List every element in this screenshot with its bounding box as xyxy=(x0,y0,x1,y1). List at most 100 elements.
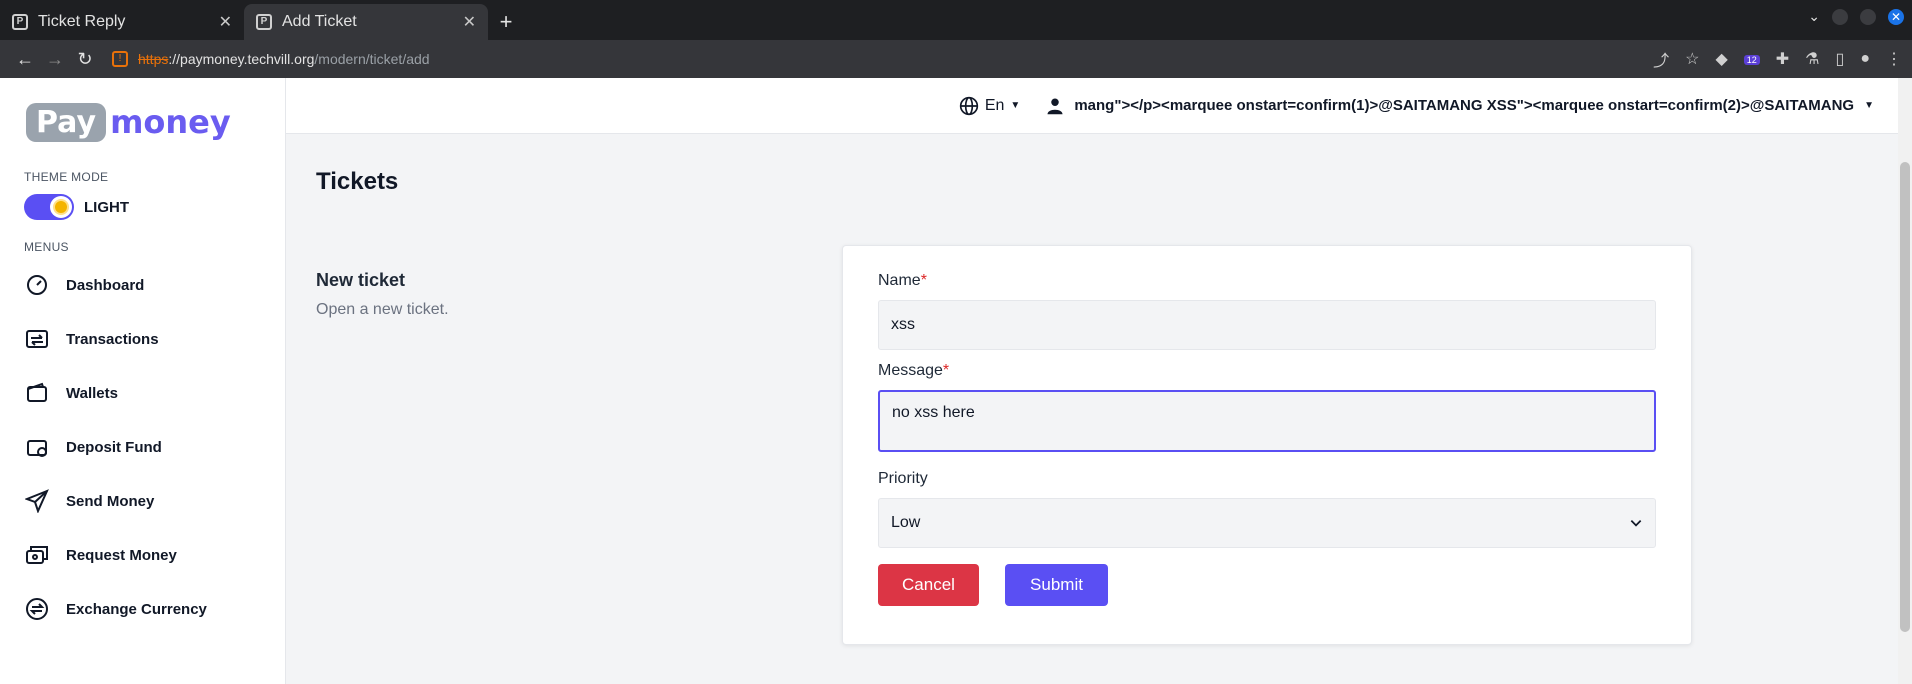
close-tab-icon[interactable]: ✕ xyxy=(219,12,232,32)
browser-tabbar: P Ticket Reply ✕ P Add Ticket ✕ + ⌄ ✕ xyxy=(0,0,1912,40)
window-controls: ⌄ ✕ xyxy=(1808,8,1904,25)
sidebar-item-transactions[interactable]: Transactions xyxy=(0,312,285,366)
sidebar-item-label: Request Money xyxy=(66,546,177,564)
user-icon xyxy=(1047,98,1063,114)
sidebar-item-deposit-fund[interactable]: Deposit Fund xyxy=(0,420,285,474)
required-mark: * xyxy=(942,362,950,379)
page-scrollbar[interactable] xyxy=(1898,78,1912,684)
globe-icon xyxy=(959,96,979,115)
message-label: Message* xyxy=(878,362,1656,380)
lab-flask-icon[interactable]: ⚗ xyxy=(1805,49,1819,69)
new-ticket-form: Name* xss Message* no xss here Priority … xyxy=(842,245,1692,645)
forward-arrow-icon[interactable]: → xyxy=(40,49,70,70)
toggle-knob xyxy=(50,196,72,218)
browser-toolbar-icons: ⤴ ☆ ◆ 12 ✚ ⚗ ▯ ● ⋮ xyxy=(1653,47,1902,71)
section-subtitle: Open a new ticket. xyxy=(316,301,449,318)
theme-toggle[interactable] xyxy=(24,194,74,220)
sidebar-item-request-money[interactable]: Request Money xyxy=(0,528,285,582)
page: Pay money THEME MODE LIGHT MENUS Dashboa… xyxy=(0,78,1912,684)
caret-down-icon: ▼ xyxy=(1010,100,1021,111)
sidebar-item-wallets[interactable]: Wallets xyxy=(0,366,285,420)
transactions-icon xyxy=(24,326,50,352)
url-protocol: https xyxy=(138,51,169,67)
sidebar-menu: Dashboard Transactions Wallets Deposit F… xyxy=(0,258,285,636)
required-mark: * xyxy=(920,272,927,289)
bookmark-star-icon[interactable]: ☆ xyxy=(1685,49,1699,69)
maximize-button[interactable] xyxy=(1860,8,1876,25)
name-input-value: xss xyxy=(891,316,915,333)
sidebar-item-label: Wallets xyxy=(66,384,118,402)
message-label-text: Message xyxy=(878,362,943,379)
url-path: /modern/ticket/add xyxy=(314,51,430,67)
profile-avatar-icon[interactable]: ● xyxy=(1860,50,1870,68)
language-label: En xyxy=(984,96,1005,114)
caret-down-icon: ▼ xyxy=(1864,100,1874,111)
top-navbar: En ▼ mang"></p><marquee onstart=confirm(… xyxy=(286,78,1912,134)
exchange-icon xyxy=(24,596,50,622)
sidebar-item-label: Exchange Currency xyxy=(66,600,207,618)
gauge-icon xyxy=(24,272,50,298)
close-tab-icon[interactable]: ✕ xyxy=(463,12,476,32)
paymoney-favicon-icon: P xyxy=(12,14,28,30)
sidebar-item-exchange-currency[interactable]: Exchange Currency xyxy=(0,582,285,636)
message-textarea[interactable]: no xss here xyxy=(878,390,1656,452)
sidebar-item-send-money[interactable]: Send Money xyxy=(0,474,285,528)
tab-search-chevron-icon[interactable]: ⌄ xyxy=(1808,8,1820,25)
browser-tab-add-ticket[interactable]: P Add Ticket ✕ xyxy=(244,4,488,40)
url-input[interactable]: ! https://paymoney.techvill.org/modern/t… xyxy=(100,44,1653,74)
sidebar-item-label: Deposit Fund xyxy=(66,438,162,456)
sidebar-item-label: Transactions xyxy=(66,330,159,348)
paymoney-favicon-icon: P xyxy=(256,14,272,30)
extension-badge-icon[interactable]: 12 xyxy=(1743,50,1760,68)
menus-label: MENUS xyxy=(24,240,69,254)
priority-label: Priority xyxy=(878,470,928,487)
section-title: New ticket xyxy=(316,270,406,290)
paper-plane-icon xyxy=(24,488,50,514)
chevron-down-icon xyxy=(1630,520,1642,527)
page-title: Tickets xyxy=(316,168,399,195)
priority-select[interactable]: Low xyxy=(878,498,1656,548)
reload-icon[interactable]: ↻ xyxy=(70,49,100,70)
logo-pay-text: Pay xyxy=(26,102,107,142)
tab-title: Add Ticket xyxy=(282,13,357,30)
browser-menu-icon[interactable]: ⋮ xyxy=(1886,49,1902,69)
user-menu[interactable]: mang"></p><marquee onstart=confirm(1)>@S… xyxy=(1046,97,1874,115)
browser-tab-ticket-reply[interactable]: P Ticket Reply ✕ xyxy=(0,4,244,40)
theme-mode-label: THEME MODE xyxy=(24,170,109,184)
sidebar-item-label: Dashboard xyxy=(66,276,145,294)
minimize-button[interactable] xyxy=(1832,8,1848,25)
main-content: En ▼ mang"></p><marquee onstart=confirm(… xyxy=(286,78,1912,684)
back-arrow-icon[interactable]: ← xyxy=(10,49,40,70)
side-panel-icon[interactable]: ▯ xyxy=(1836,49,1845,69)
submit-button[interactable]: Submit xyxy=(1005,564,1108,606)
puzzle-extensions-icon[interactable]: ✚ xyxy=(1776,49,1789,69)
new-tab-button[interactable]: + xyxy=(488,4,524,40)
name-input[interactable]: xss xyxy=(878,300,1656,350)
sidebar-item-dashboard[interactable]: Dashboard xyxy=(0,258,285,312)
browser-address-bar: ← → ↻ ! https://paymoney.techvill.org/mo… xyxy=(0,40,1912,78)
theme-toggle-row: LIGHT xyxy=(0,194,285,220)
cancel-button[interactable]: Cancel xyxy=(878,564,979,606)
money-request-icon xyxy=(24,542,50,568)
extension-badge-count: 12 xyxy=(1743,55,1760,65)
username-label: mang"></p><marquee onstart=confirm(1)>@S… xyxy=(1074,97,1855,114)
close-window-button[interactable]: ✕ xyxy=(1888,8,1904,25)
share-icon[interactable]: ⤴ xyxy=(1653,47,1669,71)
paymoney-logo[interactable]: Pay money xyxy=(0,94,285,150)
name-label: Name* xyxy=(878,272,1656,290)
tab-title: Ticket Reply xyxy=(38,13,126,30)
section-intro: New ticket Open a new ticket. xyxy=(316,270,449,319)
sidebar-item-label: Send Money xyxy=(66,492,155,510)
extension-icon[interactable]: ◆ xyxy=(1715,49,1727,69)
logo-money-text: money xyxy=(110,103,231,141)
priority-selected-value: Low xyxy=(891,514,921,531)
scrollbar-thumb[interactable] xyxy=(1900,162,1910,632)
name-label-text: Name xyxy=(878,272,921,289)
sidebar: Pay money THEME MODE LIGHT MENUS Dashboa… xyxy=(0,78,286,684)
language-selector[interactable]: En ▼ xyxy=(959,96,1020,116)
message-textarea-value: no xss here xyxy=(892,404,975,421)
theme-value-label: LIGHT xyxy=(84,198,129,216)
form-actions: Cancel Submit xyxy=(878,564,1656,606)
not-secure-icon[interactable]: ! xyxy=(112,51,128,67)
deposit-icon xyxy=(24,434,50,460)
